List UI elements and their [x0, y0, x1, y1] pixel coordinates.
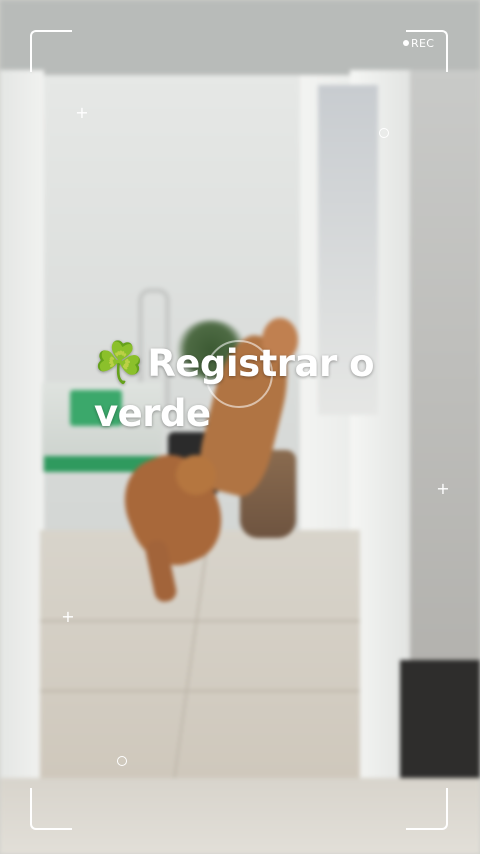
- viewfinder-corner-bottom-left: [30, 788, 72, 830]
- shamrock-icon: ☘️: [94, 340, 144, 386]
- camera-overlay: REC + + + ☘️ Registrar o verde: [0, 0, 480, 854]
- headline: ☘️ Registrar o verde: [94, 338, 414, 439]
- ring-icon: [379, 128, 389, 138]
- plus-icon: +: [75, 103, 89, 122]
- plus-icon: +: [436, 479, 450, 498]
- viewfinder-corner-bottom-right: [406, 788, 448, 830]
- rec-label: REC: [411, 37, 435, 50]
- plus-icon: +: [61, 607, 75, 626]
- viewfinder-corner-top-left: [30, 30, 72, 72]
- rec-indicator: REC: [403, 37, 434, 50]
- record-dot-icon: [403, 40, 409, 46]
- ring-icon: [117, 756, 127, 766]
